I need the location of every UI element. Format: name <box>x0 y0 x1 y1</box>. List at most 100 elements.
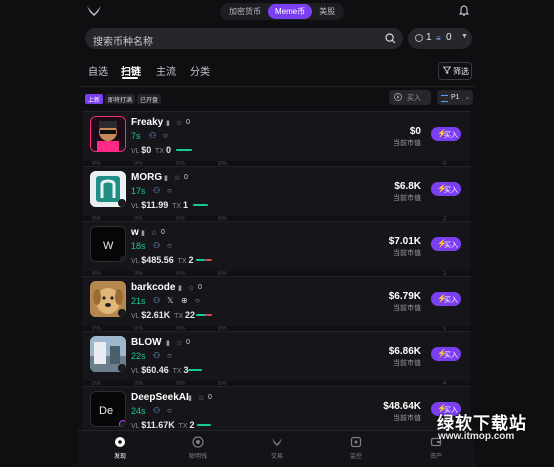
volume-tx: VL $0 TX 0 <box>131 145 171 155</box>
tab-mainstream[interactable]: 主流 <box>156 63 176 78</box>
star-icon[interactable]: ☆ <box>188 284 194 292</box>
market-cap-label: 当前市值 <box>393 195 421 202</box>
tx-prefix: TX <box>178 423 188 430</box>
volume-value: $11.99 <box>141 200 169 210</box>
wallet-count: 1 <box>426 32 432 43</box>
search-icon[interactable]: ○ <box>167 241 172 250</box>
buy-button[interactable]: ⚡ 买入 <box>431 182 461 196</box>
wallet-balance: 0 <box>446 32 452 43</box>
copy-icon[interactable]: ▮ <box>164 174 168 182</box>
nav-discover[interactable]: 发现 <box>90 436 150 460</box>
token-name: BLOW <box>131 337 162 348</box>
segment-crypto[interactable]: 加密货币 <box>222 4 268 19</box>
chain-badge-icon <box>118 364 126 372</box>
token-card[interactable]: W w ▮ ☆ 0 18s ⚇ ○ VL $485.56 TX 2 $7.01K… <box>82 221 471 271</box>
token-name: MORG <box>131 172 163 183</box>
market-cap: $6.86K 当前市值 <box>389 346 421 368</box>
nav-label: 发现 <box>113 454 126 460</box>
tx-prefix: TX <box>155 148 164 155</box>
token-avatar <box>90 116 126 152</box>
star-icon[interactable]: ☆ <box>174 174 180 182</box>
chain-badge-icon <box>119 420 125 426</box>
wallet-selector[interactable]: 1 ≡ 0 ▼ <box>408 28 472 49</box>
globe-icon[interactable]: ⊕ <box>181 296 188 305</box>
market-cap: $6.79K 当前市值 <box>389 291 421 313</box>
token-avatar <box>90 336 126 372</box>
market-cap-label: 当前市值 <box>393 250 421 257</box>
volume-tx: VL $11.67K TX 2 <box>131 420 194 430</box>
volume-value: $2.61K <box>141 310 171 320</box>
tab-watchlist[interactable]: 自选 <box>88 63 108 78</box>
tx-prefix: TX <box>177 258 187 265</box>
search-icon[interactable]: ○ <box>167 406 172 415</box>
volume-value: $60.46 <box>141 365 169 375</box>
search-icon[interactable]: ○ <box>163 131 168 140</box>
quick-buy-input[interactable]: 买入 <box>389 90 431 105</box>
trade-icon <box>272 438 282 446</box>
search-icon[interactable]: ○ <box>195 296 200 305</box>
volume-tx: VL $2.61K TX 22 <box>131 310 195 320</box>
tx-value: 2 <box>189 420 195 430</box>
bell-icon[interactable] <box>458 5 470 17</box>
chain-badge-icon <box>119 255 125 261</box>
filter-new[interactable]: 上新 <box>85 94 104 104</box>
tx-value: 1 <box>182 200 188 210</box>
preset-selector[interactable]: P1 ⌄ <box>437 90 473 105</box>
preset-label: P1 <box>451 94 460 101</box>
vol-prefix: VL <box>131 313 140 320</box>
tab-category[interactable]: 分类 <box>190 63 210 78</box>
segment-us-stocks[interactable]: 美股 <box>312 4 342 19</box>
buy-button[interactable]: ⚡ 买入 <box>431 292 461 306</box>
copy-icon[interactable]: ▮ <box>141 229 145 237</box>
star-icon[interactable]: ☆ <box>198 394 204 402</box>
like-count: 0 <box>186 339 190 346</box>
buy-button[interactable]: ⚡ 买入 <box>431 237 461 251</box>
like-count: 0 <box>186 119 190 126</box>
search-icon[interactable]: ○ <box>167 186 172 195</box>
token-name: barkcode <box>131 282 176 293</box>
search-bar[interactable]: 搜索币种名称 <box>85 28 403 49</box>
copy-icon[interactable]: ▮ <box>166 119 170 127</box>
tx-prefix: TX <box>174 313 184 320</box>
buy-label: 买入 <box>444 132 458 139</box>
copy-icon[interactable]: ▮ <box>178 284 182 292</box>
token-card[interactable]: De DeepSeekAI ▮ ☆ 0 24s ⚇ ○ VL $11.67K T… <box>82 386 471 436</box>
buy-label: 买入 <box>444 297 458 304</box>
filter-icon <box>443 66 451 74</box>
filter-almost-full[interactable]: 即将打满 <box>105 94 136 104</box>
vol-prefix: VL <box>131 423 140 430</box>
market-cap-label: 当前市值 <box>393 140 421 147</box>
token-avatar: W <box>90 226 126 262</box>
buy-button[interactable]: ⚡ 买入 <box>431 347 461 361</box>
token-name: Freaky <box>131 117 164 128</box>
copy-icon[interactable]: ▮ <box>166 339 170 347</box>
nav-monitor[interactable]: 监控 <box>326 436 386 460</box>
filter-button[interactable]: 筛选 <box>438 62 472 80</box>
token-card[interactable]: MORG ▮ ☆ 0 17s ⚇ ○ VL $11.99 TX 1 $6.8K … <box>82 166 471 216</box>
buy-button[interactable]: ⚡ 买入 <box>431 127 461 141</box>
star-icon[interactable]: ☆ <box>176 119 182 127</box>
search-icon[interactable]: ○ <box>167 351 172 360</box>
chain-badge-icon <box>118 199 126 207</box>
token-card[interactable]: BLOW ▮ ☆ 0 22s ⚇ ○ VL $60.46 TX 3 $6.86K… <box>82 331 471 381</box>
star-icon[interactable]: ☆ <box>176 339 182 347</box>
search-icon[interactable] <box>385 33 396 44</box>
token-card[interactable]: Freaky ▮ ☆ 0 7s ⚇ ○ VL $0 TX 0 $0 当前市值 ⚡… <box>82 111 471 161</box>
star-icon[interactable]: ☆ <box>151 229 157 237</box>
tab-scan-chain[interactable]: 扫链 <box>121 63 141 78</box>
copy-icon[interactable]: ▮ <box>188 394 192 402</box>
buy-bar <box>196 259 205 261</box>
sell-bar <box>205 259 212 261</box>
status-filters: 上新 即将打满 已开盘 <box>85 94 162 104</box>
buy-sell-bar <box>197 424 211 426</box>
token-card[interactable]: barkcode ▮ ☆ 0 21s ⚇ 𝕏 ⊕ ○ VL $2.61K TX … <box>82 276 471 326</box>
x-icon[interactable]: 𝕏 <box>167 296 173 305</box>
segment-meme[interactable]: Meme币 <box>268 4 313 19</box>
like-count: 0 <box>198 284 202 291</box>
buy-sell-bar <box>193 204 208 206</box>
volume-tx: VL $11.99 TX 1 <box>131 200 188 210</box>
nav-smart-money[interactable]: 聪明钱 <box>168 436 228 460</box>
nav-trade[interactable]: 交易 <box>247 436 307 460</box>
filter-opened[interactable]: 已开盘 <box>137 94 162 104</box>
svg-text:De: De <box>99 405 113 417</box>
